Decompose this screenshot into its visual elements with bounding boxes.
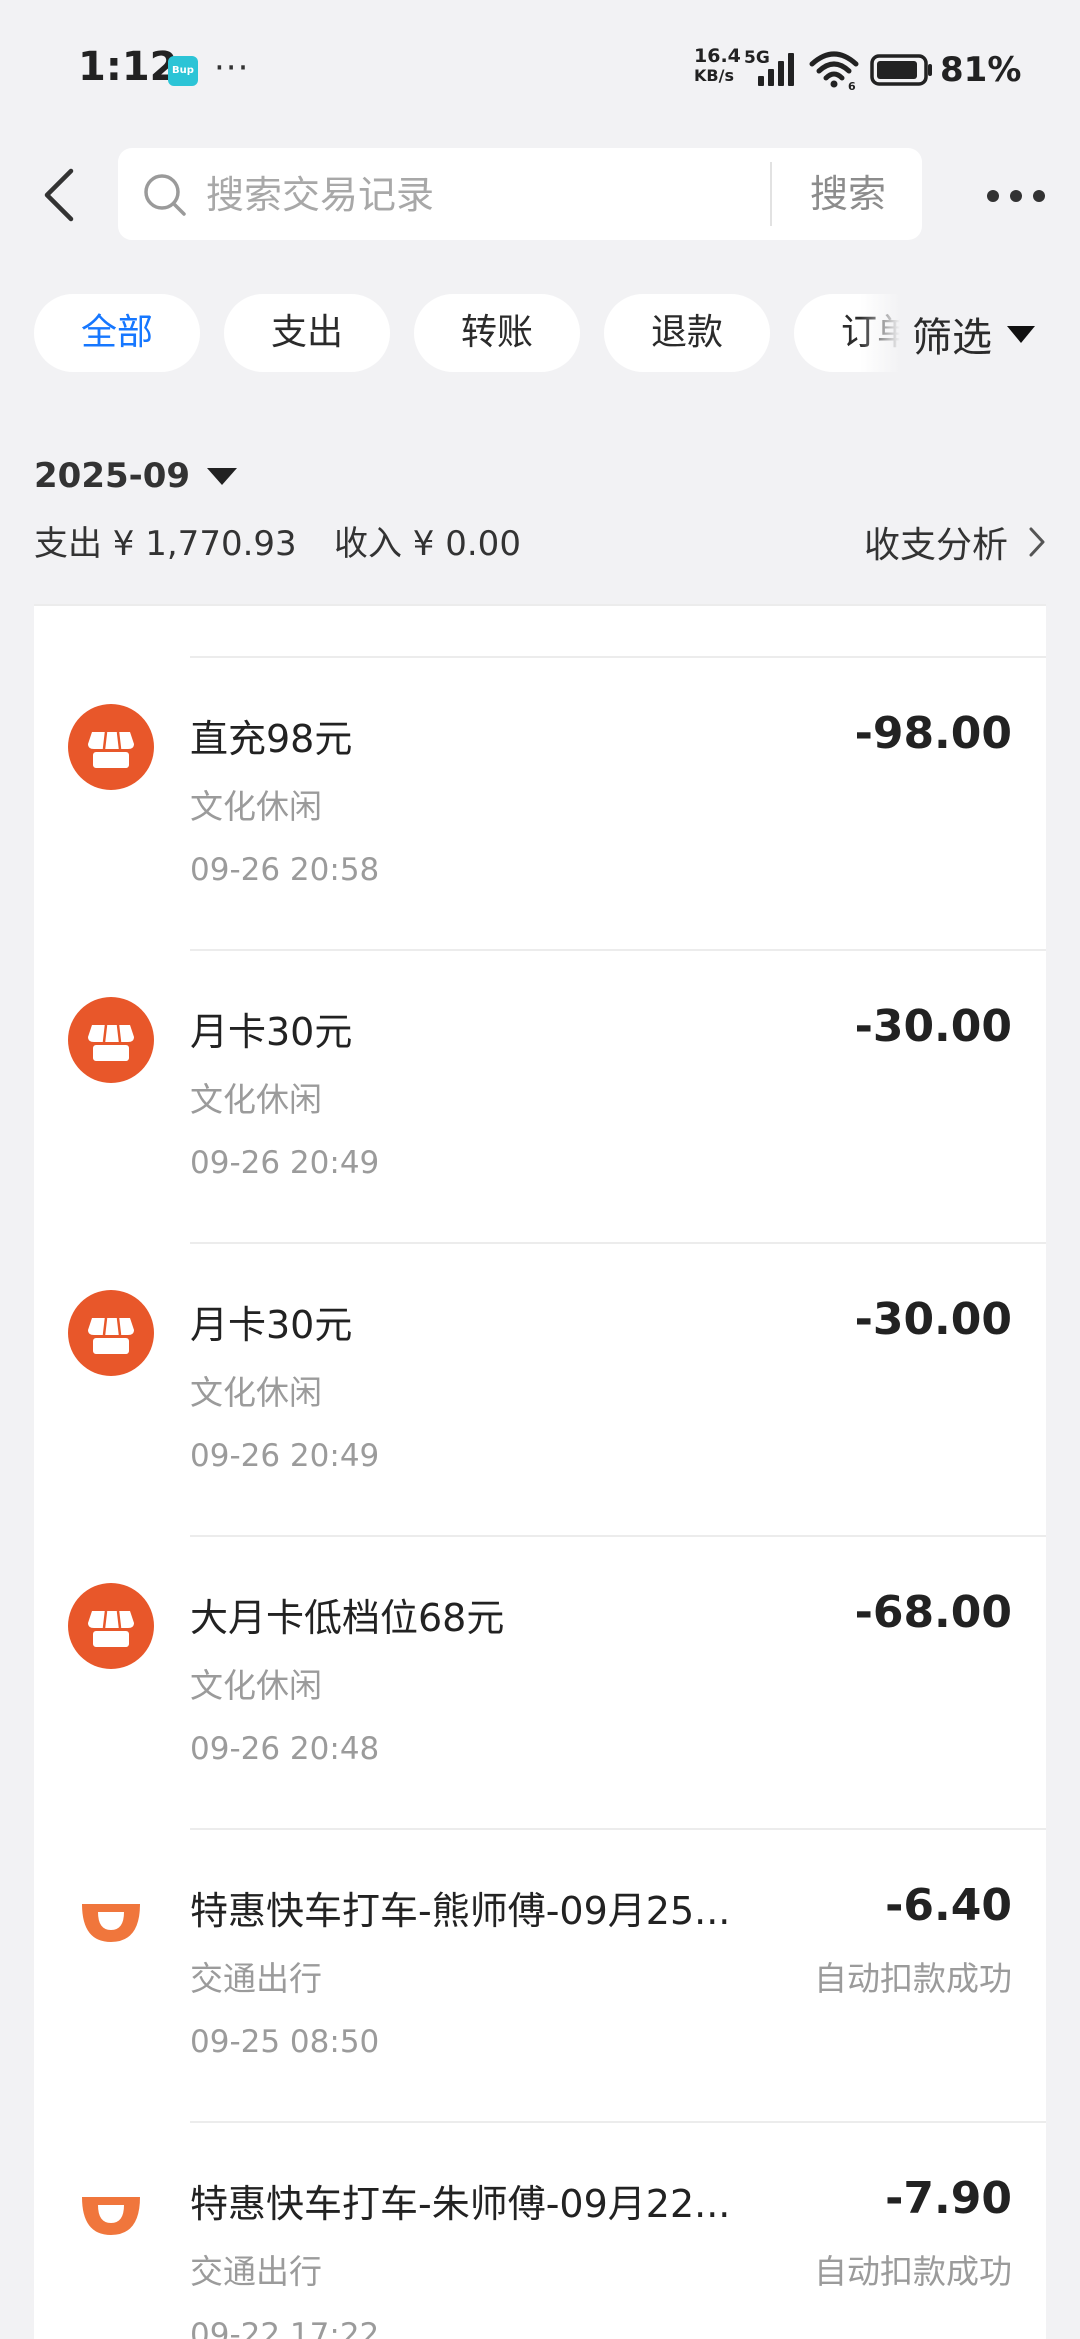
transaction-time: 09-26 20:49 — [190, 1145, 380, 1181]
transaction-time: 09-26 20:49 — [190, 1438, 380, 1474]
battery-icon — [870, 54, 932, 86]
transaction-status: 自动扣款成功 — [814, 2252, 1012, 2291]
filter-dropdown-icon — [1007, 326, 1035, 343]
transaction-records-page: 1:12 Bup ··· 16.4 KB/s 5G 6 81% 搜索交易记录 搜… — [0, 0, 1080, 2339]
transaction-category: 文化休闲 — [190, 1080, 322, 1119]
search-divider — [770, 162, 772, 226]
month-dropdown-icon — [207, 468, 238, 485]
store-icon — [68, 1583, 154, 1669]
chevron-right-icon — [1029, 527, 1045, 557]
battery-percent: 81% — [940, 50, 1022, 90]
store-icon — [68, 704, 154, 790]
transaction-title: 特惠快车打车-朱师傅-09月22... — [190, 2182, 731, 2226]
signal-icon — [758, 53, 794, 86]
transaction-amount: -7.90 — [885, 2173, 1012, 2224]
transaction-category: 交通出行 — [190, 2252, 322, 2291]
search-button[interactable]: 搜索 — [774, 148, 922, 240]
chip-all[interactable]: 全部 — [34, 294, 200, 372]
month-label: 2025-09 — [34, 456, 191, 496]
svg-text:6: 6 — [848, 80, 856, 90]
transaction-time: 09-25 08:50 — [190, 2024, 380, 2060]
transaction-category: 文化休闲 — [190, 1666, 322, 1705]
more-notifications-icon: ··· — [214, 48, 250, 88]
transaction-amount: -30.00 — [854, 1294, 1012, 1345]
transaction-list: 直充98元 文化休闲 09-26 20:58 -98.00 月卡30元 文化休闲… — [34, 604, 1046, 2339]
transaction-row[interactable]: 特惠快车打车-熊师傅-09月25... 交通出行 09-25 08:50 -6.… — [34, 1830, 1046, 2123]
filter-button[interactable]: 筛选 — [912, 292, 1072, 376]
income-total: 收入 ¥ 0.00 — [334, 524, 521, 564]
month-summary: 支出 ¥ 1,770.93 收入 ¥ 0.00 收支分析 — [34, 516, 1046, 568]
transaction-time: 09-26 20:48 — [190, 1731, 380, 1767]
filter-label: 筛选 — [912, 315, 992, 361]
transaction-amount: -68.00 — [854, 1587, 1012, 1638]
more-options-button[interactable] — [978, 166, 1054, 226]
back-button[interactable] — [26, 162, 92, 228]
notification-app-icon: Bup — [168, 56, 198, 86]
analysis-label: 收支分析 — [863, 525, 1008, 566]
transaction-title: 大月卡低档位68元 — [190, 1596, 505, 1640]
didi-icon — [82, 1904, 140, 1942]
transaction-amount: -6.40 — [885, 1880, 1012, 1931]
transaction-amount: -98.00 — [854, 708, 1012, 759]
transaction-title: 特惠快车打车-熊师傅-09月25... — [190, 1889, 731, 1933]
top-bar: 搜索 — [0, 140, 1080, 250]
filter-chips: 全部 支出 转账 退款 订单 筛选 — [0, 292, 1080, 376]
transaction-row[interactable]: 直充98元 文化休闲 09-26 20:58 -98.00 — [34, 658, 1046, 951]
transaction-amount: -30.00 — [854, 1001, 1012, 1052]
transaction-status: 自动扣款成功 — [814, 1959, 1012, 1998]
transaction-title: 月卡30元 — [190, 1303, 353, 1347]
search-box: 搜索 — [118, 148, 922, 240]
transaction-row[interactable]: 大月卡低档位68元 文化休闲 09-26 20:48 -68.00 — [34, 1537, 1046, 1830]
wifi-icon: 6 — [809, 51, 859, 90]
back-arrow-icon — [44, 168, 74, 222]
status-time: 1:12 — [78, 44, 178, 90]
income-expense-analysis-link[interactable]: 收支分析 — [864, 516, 1046, 568]
store-icon — [68, 1290, 154, 1376]
transaction-title: 月卡30元 — [190, 1010, 353, 1054]
didi-icon — [82, 2197, 140, 2235]
chip-transfer[interactable]: 转账 — [414, 294, 580, 372]
more-dots-icon — [987, 190, 1045, 202]
transaction-time: 09-22 17:22 — [190, 2317, 380, 2339]
network-speed-unit: KB/s — [694, 66, 734, 85]
transaction-category: 文化休闲 — [190, 1373, 322, 1412]
transaction-row[interactable]: 月卡30元 文化休闲 09-26 20:49 -30.00 — [34, 1244, 1046, 1537]
transaction-title: 直充98元 — [190, 717, 353, 761]
search-icon — [144, 174, 186, 216]
search-input[interactable] — [204, 166, 748, 224]
month-selector[interactable]: 2025-09 — [34, 450, 238, 502]
transaction-row[interactable]: 特惠快车打车-朱师傅-09月22... 交通出行 09-22 17:22 -7.… — [34, 2123, 1046, 2339]
transaction-row[interactable]: 月卡30元 文化休闲 09-26 20:49 -30.00 — [34, 951, 1046, 1244]
status-bar: 1:12 Bup ··· 16.4 KB/s 5G 6 81% — [0, 0, 1080, 140]
transaction-time: 09-26 20:58 — [190, 852, 380, 888]
chip-refund[interactable]: 退款 — [604, 294, 770, 372]
expense-total: 支出 ¥ 1,770.93 — [34, 524, 297, 564]
transaction-category: 文化休闲 — [190, 787, 322, 826]
chip-expense[interactable]: 支出 — [224, 294, 390, 372]
transaction-category: 交通出行 — [190, 1959, 322, 1998]
store-icon — [68, 997, 154, 1083]
